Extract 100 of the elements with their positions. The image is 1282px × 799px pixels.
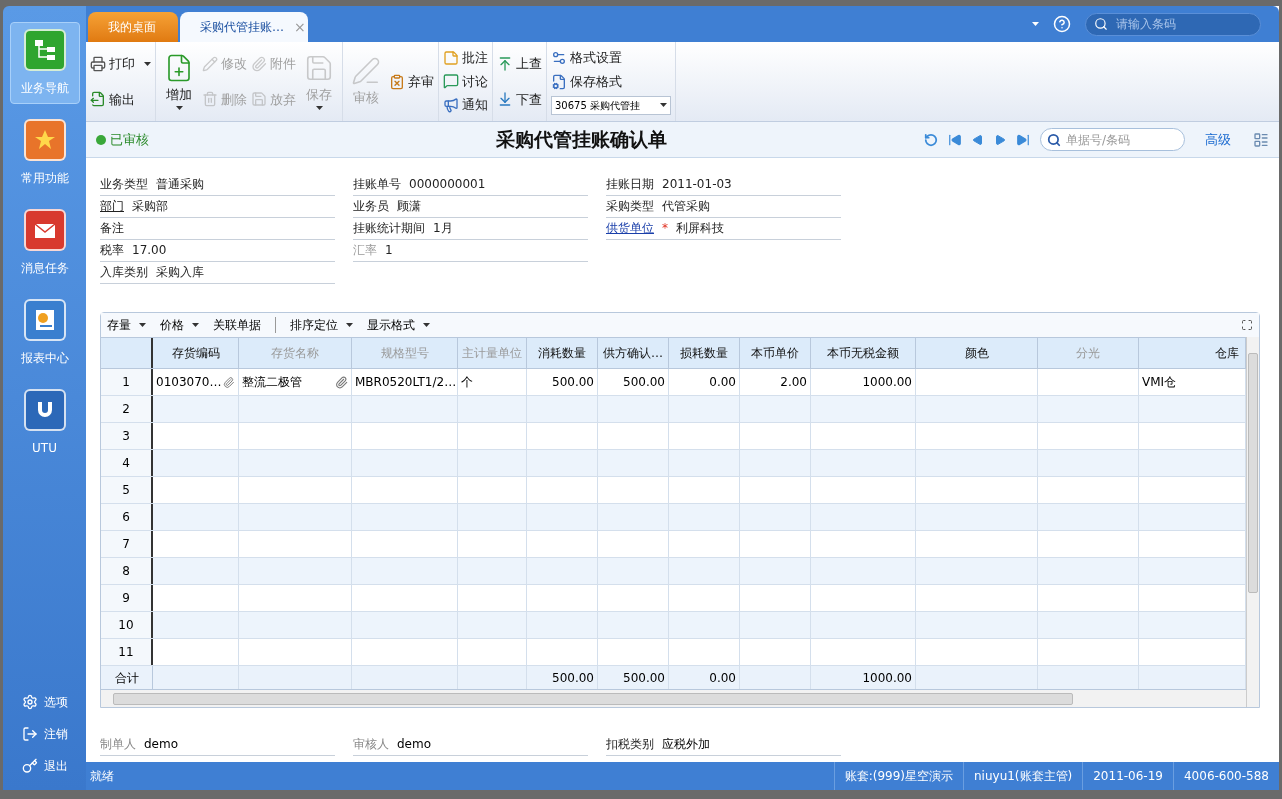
- paperclip-icon[interactable]: [335, 375, 348, 389]
- row-number: 7: [101, 531, 153, 557]
- toolbar-button[interactable]: 弃审: [389, 71, 434, 92]
- column-header[interactable]: 颜色: [916, 338, 1038, 368]
- table-cell: 500.00: [527, 369, 598, 395]
- gear-icon: [21, 694, 38, 710]
- arrow-up-icon: [497, 55, 513, 72]
- sidebar-item[interactable]: UTU: [9, 382, 80, 464]
- field-label: 业务类型: [100, 176, 148, 193]
- layout-icon[interactable]: [1253, 131, 1269, 148]
- field-label: 入库类别: [100, 264, 148, 281]
- first-icon[interactable]: [948, 132, 962, 147]
- previous-icon[interactable]: [972, 133, 984, 146]
- field-label: 扣税类别: [606, 736, 654, 753]
- toolbar-button[interactable]: 保存格式: [551, 72, 671, 92]
- total-cell: 500.00: [527, 666, 598, 689]
- row-number: 1: [101, 369, 153, 395]
- format-select[interactable]: 30675 采购代管挂: [551, 95, 671, 115]
- fullscreen-icon[interactable]: [1241, 319, 1253, 331]
- field-label: 税率: [100, 242, 124, 259]
- status-item: 2011-06-19: [1082, 762, 1173, 790]
- toolbar-button[interactable]: 通知: [443, 95, 488, 115]
- toolbar-button[interactable]: 输出: [90, 89, 151, 109]
- field-label[interactable]: 部门: [100, 197, 124, 217]
- total-cell: 1000.00: [811, 666, 916, 689]
- field-value[interactable]: 17.00: [132, 241, 167, 261]
- field-value[interactable]: 采购入库: [156, 263, 204, 283]
- field-value[interactable]: 代管采购: [662, 197, 710, 217]
- status-item: niuyu1(账套主管): [963, 762, 1083, 790]
- status-item: 4006-600-588: [1173, 762, 1279, 790]
- status-text: 已审核: [110, 130, 149, 149]
- field-label[interactable]: 供货单位: [606, 219, 654, 239]
- column-header[interactable]: 供方确认…: [598, 338, 669, 368]
- total-label: 合计: [101, 666, 153, 689]
- column-header[interactable]: 消耗数量: [527, 338, 598, 368]
- horizontal-scrollbar[interactable]: [101, 690, 1246, 707]
- grid-menu[interactable]: 排序定位: [290, 316, 353, 334]
- toolbar-button[interactable]: 打印: [90, 54, 151, 74]
- grid-menu[interactable]: 存量: [107, 316, 146, 334]
- field-value[interactable]: 利屏科技: [676, 219, 724, 239]
- note-icon: [443, 49, 459, 66]
- caret-icon: [1032, 22, 1039, 26]
- table-cell: 2.00: [740, 369, 811, 395]
- paperclip-icon: [251, 55, 267, 72]
- toolbar-button[interactable]: 讨论: [443, 71, 488, 92]
- row-number: 5: [101, 477, 153, 503]
- pen-icon: [351, 55, 381, 86]
- row-number: 4: [101, 450, 153, 476]
- column-header[interactable]: 损耗数量: [669, 338, 740, 368]
- row-number: 9: [101, 585, 153, 611]
- toolbar-button[interactable]: 上查: [497, 54, 542, 74]
- key-icon: [21, 758, 38, 774]
- next-icon[interactable]: [994, 133, 1006, 146]
- logout-icon: [21, 726, 38, 742]
- field-value[interactable]: 0000000001: [409, 175, 486, 195]
- column-header[interactable]: 存货编码: [153, 338, 239, 368]
- field-label: 采购类型: [606, 198, 654, 215]
- field-value: 应税外加: [662, 736, 710, 753]
- sidebar-link[interactable]: 退出: [21, 750, 68, 782]
- toolbar-button[interactable]: 下查: [497, 89, 542, 109]
- column-header[interactable]: 本币单价: [740, 338, 811, 368]
- tab[interactable]: 采购代管挂账… ×: [180, 12, 308, 42]
- toolbar-button[interactable]: 格式设置: [551, 48, 671, 68]
- field-value[interactable]: 1月: [433, 219, 453, 239]
- table-cell: 500.00: [598, 369, 669, 395]
- total-cell: 0.00: [669, 666, 740, 689]
- toolbar-button[interactable]: 批注: [443, 48, 488, 68]
- row-number: 11: [101, 639, 153, 665]
- arrow-down-icon: [497, 91, 513, 108]
- field-label: 制单人: [100, 736, 136, 753]
- grid-menu[interactable]: 关联单据: [213, 316, 261, 334]
- paperclip-icon[interactable]: [223, 375, 235, 389]
- field-value: demo: [144, 736, 179, 753]
- field-value[interactable]: 顾潇: [397, 197, 421, 217]
- last-icon[interactable]: [1016, 132, 1030, 147]
- toolbar-button[interactable]: 增加: [160, 52, 198, 111]
- status-message: 就绪: [89, 768, 115, 785]
- row-number: 2: [101, 396, 153, 422]
- column-header[interactable]: 本币无税金额: [811, 338, 916, 368]
- printer-icon: [90, 55, 106, 72]
- document-title: 采购代管挂账确认单: [496, 127, 667, 153]
- help-icon[interactable]: [1053, 15, 1071, 33]
- vertical-scrollbar[interactable]: [1246, 337, 1259, 707]
- table-cell: 个: [458, 369, 527, 395]
- advanced-link[interactable]: 高级: [1205, 129, 1231, 150]
- field-value[interactable]: 采购部: [132, 197, 168, 217]
- field-label: 业务员: [353, 198, 389, 215]
- table-cell: 0103070…: [153, 369, 239, 395]
- sidebar-link[interactable]: 选项: [21, 686, 68, 718]
- horseshoe-icon: [23, 389, 66, 431]
- grid-menu[interactable]: 价格: [160, 316, 199, 334]
- field-value[interactable]: 2011-01-03: [662, 175, 732, 195]
- table-cell: 1000.00: [811, 369, 916, 395]
- refresh-icon[interactable]: [924, 132, 938, 147]
- field-label: 挂账日期: [606, 176, 654, 193]
- sidebar-link[interactable]: 注销: [21, 718, 68, 750]
- grid-menu[interactable]: 显示格式: [367, 316, 430, 334]
- row-number: 6: [101, 504, 153, 530]
- caret-icon: [660, 103, 667, 108]
- field-value[interactable]: 普通采购: [156, 175, 204, 195]
